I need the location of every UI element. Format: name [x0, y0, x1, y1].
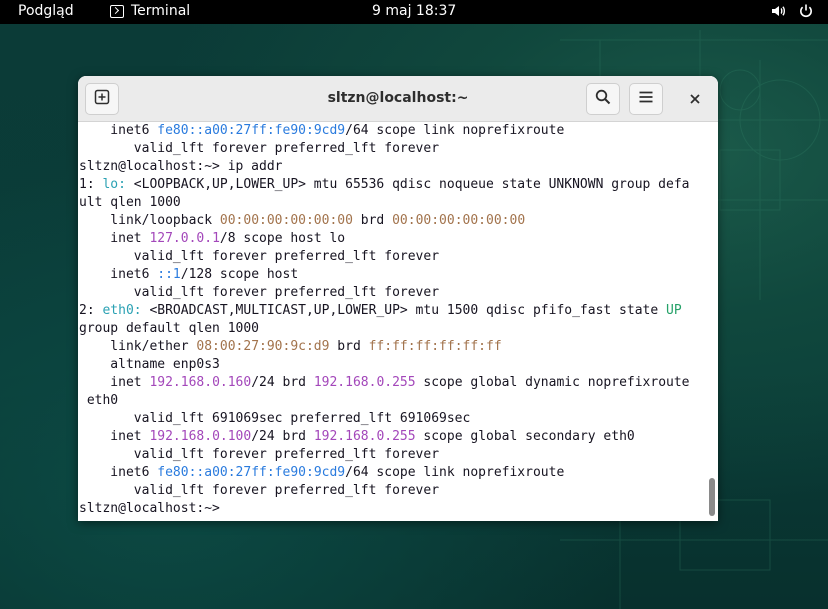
terminal-line: ult qlen 1000: [79, 194, 181, 212]
terminal-text: UP: [666, 303, 682, 318]
terminal-text: 192.168.0.100: [149, 429, 252, 444]
terminal-text: 192.168.0.160: [149, 375, 252, 390]
clock[interactable]: 9 maj 18:37: [372, 3, 456, 19]
terminal-text: sltzn@localhost:~>: [79, 501, 228, 516]
terminal-text: 192.168.0.255: [313, 429, 416, 444]
activities-button[interactable]: Podgląd: [18, 3, 74, 19]
search-button[interactable]: [586, 83, 620, 115]
terminal-line: 1: lo: <LOOPBACK,UP,LOWER_UP> mtu 65536 …: [79, 176, 690, 194]
terminal-line: valid_lft forever preferred_lft forever: [79, 140, 439, 158]
terminal-line: inet 192.168.0.160/24 brd 192.168.0.255 …: [79, 374, 690, 392]
terminal-text: 08:00:27:90:9c:d9: [196, 339, 330, 354]
search-icon: [595, 89, 611, 109]
terminal-line: 2: eth0: <BROADCAST,MULTICAST,UP,LOWER_U…: [79, 302, 682, 320]
terminal-line: sltzn@localhost:~>: [79, 500, 228, 518]
terminal-window: sltzn@localhost:~ inet6 fe80::a00:27ff:f…: [78, 76, 718, 521]
terminal-text: link/ether: [79, 339, 197, 354]
terminal-line: valid_lft forever preferred_lft forever: [79, 482, 439, 500]
terminal-text: /24 brd: [251, 375, 314, 390]
terminal-line: inet 127.0.0.1/8 scope host lo: [79, 230, 345, 248]
terminal-text: 1:: [79, 177, 103, 192]
terminal-text: eth0: [79, 393, 119, 408]
terminal-text: group default qlen 1000: [79, 321, 260, 336]
terminal-line: inet6 fe80::a00:27ff:fe90:9cd9/64 scope …: [79, 122, 564, 140]
window-title: sltzn@localhost:~: [327, 90, 469, 106]
terminal-text: /64 scope link noprefixroute: [345, 465, 565, 480]
terminal-text: /64 scope link noprefixroute: [345, 123, 565, 138]
terminal-text: link/loopback: [79, 213, 220, 228]
terminal-text: valid_lft forever preferred_lft forever: [79, 285, 440, 300]
app-name: Terminal: [131, 3, 191, 19]
terminal-text: 00:00:00:00:00:00: [219, 213, 353, 228]
terminal-text: 127.0.0.1: [149, 231, 220, 246]
terminal-line: valid_lft forever preferred_lft forever: [79, 446, 439, 464]
terminal-text: /8 scope host lo: [219, 231, 346, 246]
close-button[interactable]: [678, 83, 712, 115]
terminal-text: /128 scope host: [180, 267, 299, 282]
terminal-text: ff:ff:ff:ff:ff:ff: [368, 339, 502, 354]
terminal-text: brd: [352, 213, 393, 228]
terminal-line: inet 192.168.0.100/24 brd 192.168.0.255 …: [79, 428, 635, 446]
terminal-text: valid_lft forever preferred_lft forever: [79, 141, 440, 156]
terminal-text: lo:: [102, 177, 126, 192]
terminal-line: inet6 ::1/128 scope host: [79, 266, 298, 284]
terminal-text: 00:00:00:00:00:00: [392, 213, 526, 228]
hamburger-menu-icon: [638, 89, 654, 109]
vertical-scrollbar[interactable]: [706, 122, 718, 521]
terminal-text: eth0:: [102, 303, 142, 318]
terminal-line: link/ether 08:00:27:90:9c:d9 brd ff:ff:f…: [79, 338, 502, 356]
terminal-line: inet6 fe80::a00:27ff:fe90:9cd9/64 scope …: [79, 464, 564, 482]
terminal-output[interactable]: inet6 fe80::a00:27ff:fe90:9cd9/64 scope …: [78, 122, 706, 521]
terminal-text: inet: [79, 375, 150, 390]
terminal-text: valid_lft forever preferred_lft forever: [79, 483, 440, 498]
terminal-line: group default qlen 1000: [79, 320, 259, 338]
terminal-text: valid_lft forever preferred_lft forever: [79, 447, 440, 462]
top-bar: Podgląd Terminal 9 maj 18:37: [0, 0, 828, 24]
terminal-text: 2:: [79, 303, 103, 318]
terminal-line: sltzn@localhost:~> ip addr: [79, 158, 283, 176]
terminal-text: sltzn@localhost:~> ip addr: [79, 159, 283, 174]
terminal-text: altname enp0s3: [79, 357, 220, 372]
menu-button[interactable]: [629, 83, 663, 115]
terminal-line: link/loopback 00:00:00:00:00:00 brd 00:0…: [79, 212, 525, 230]
terminal-text: valid_lft 691069sec preferred_lft 691069…: [79, 411, 471, 426]
terminal-text: inet6: [79, 123, 158, 138]
terminal-text: inet: [79, 231, 150, 246]
terminal-line: valid_lft forever preferred_lft forever: [79, 248, 439, 266]
terminal-text: fe80::a00:27ff:fe90:9cd9: [157, 123, 346, 138]
app-menu-button[interactable]: Terminal: [110, 3, 190, 19]
terminal-text: ult qlen 1000: [79, 195, 181, 210]
terminal-icon: [110, 4, 124, 18]
terminal-text: scope global dynamic noprefixroute: [415, 375, 690, 390]
terminal-text: brd: [329, 339, 369, 354]
terminal-line: valid_lft 691069sec preferred_lft 691069…: [79, 410, 471, 428]
power-icon: [798, 3, 814, 19]
header-bar: sltzn@localhost:~: [78, 76, 718, 122]
terminal-text: /24 brd: [251, 429, 314, 444]
terminal-line: altname enp0s3: [79, 356, 220, 374]
terminal-text: inet6: [79, 465, 158, 480]
terminal-text: <BROADCAST,MULTICAST,UP,LOWER_UP> mtu 15…: [141, 303, 667, 318]
close-icon: [689, 89, 701, 110]
terminal-text: ::1: [157, 267, 181, 282]
terminal-text: 192.168.0.255: [313, 375, 416, 390]
terminal-text: fe80::a00:27ff:fe90:9cd9: [157, 465, 346, 480]
terminal-text: inet6: [79, 267, 158, 282]
scrollbar-thumb[interactable]: [709, 478, 715, 516]
system-status-area[interactable]: [770, 3, 814, 19]
volume-icon: [770, 3, 786, 19]
terminal-text: <LOOPBACK,UP,LOWER_UP> mtu 65536 qdisc n…: [125, 177, 690, 192]
terminal-text: scope global secondary eth0: [415, 429, 635, 444]
terminal-text: valid_lft forever preferred_lft forever: [79, 249, 440, 264]
terminal-text: inet: [79, 429, 150, 444]
terminal-line: eth0: [79, 392, 118, 410]
terminal-line: valid_lft forever preferred_lft forever: [79, 284, 439, 302]
